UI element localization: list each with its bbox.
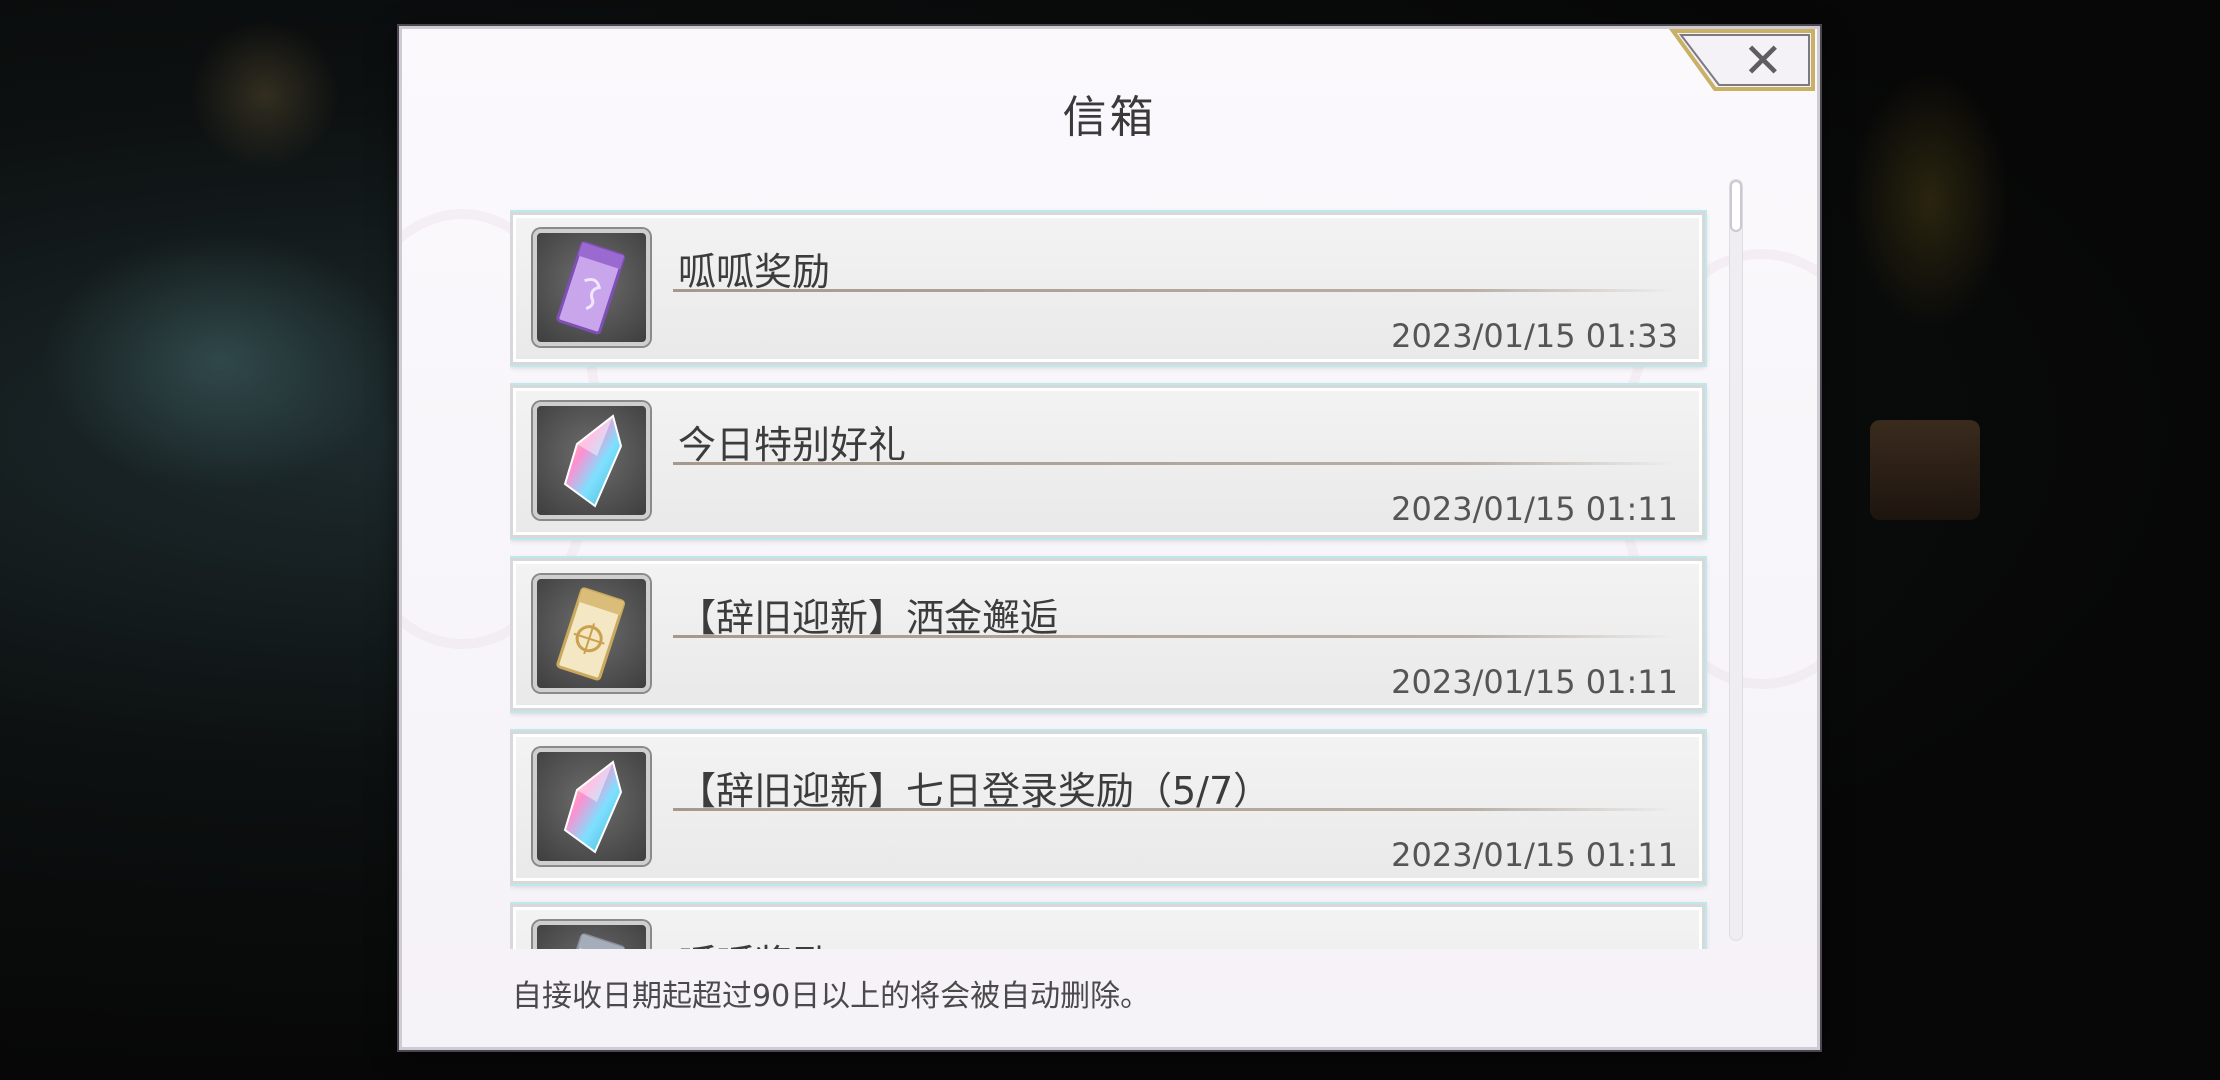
mail-date: 2023/01/15 01:11 [1391, 490, 1678, 528]
mail-item[interactable]: 【辞旧迎新】七日登录奖励（5/7） 2023/01/15 01:11 [510, 731, 1705, 884]
background-glow [40, 230, 400, 490]
mail-divider [673, 462, 1673, 465]
item-icon-frame [533, 575, 650, 692]
mail-divider [673, 808, 1673, 811]
mail-item[interactable]: 呱呱奖励 [510, 904, 1705, 949]
background-lamp [190, 20, 340, 170]
item-icon-frame [533, 748, 650, 865]
mail-date: 2023/01/15 01:33 [1391, 317, 1678, 355]
mail-list-scrollbar[interactable] [1729, 179, 1743, 941]
rainbow-crystal-icon [563, 760, 623, 854]
item-icon-frame [533, 921, 650, 949]
mail-title: 【辞旧迎新】洒金邂逅 [678, 596, 1059, 640]
auto-delete-notice: 自接收日期起超过90日以上的将会被自动删除。 [512, 979, 1151, 1014]
mailbox-dialog: 信箱 ✕ 呱呱奖励 2023/01/15 01:33 今日特别好礼 2023/0… [399, 26, 1820, 1050]
scrollbar-thumb[interactable] [1730, 180, 1742, 232]
ticket-gold-icon [556, 587, 626, 681]
mail-item[interactable]: 今日特别好礼 2023/01/15 01:11 [510, 385, 1705, 538]
close-button[interactable]: ✕ [1667, 29, 1817, 95]
mail-title: 呱呱奖励 [678, 250, 831, 294]
close-icon: ✕ [1742, 33, 1783, 89]
ticket-silver-icon [556, 933, 626, 949]
mail-divider [673, 635, 1673, 638]
dialog-title: 信箱 [1062, 92, 1157, 143]
mail-date: 2023/01/15 01:11 [1391, 663, 1678, 701]
background-fruit-tree [1850, 70, 2010, 330]
mail-item[interactable]: 呱呱奖励 2023/01/15 01:33 [510, 212, 1705, 365]
mail-item[interactable]: 【辞旧迎新】洒金邂逅 2023/01/15 01:11 [510, 558, 1705, 711]
item-icon-frame [533, 402, 650, 519]
mail-title: 【辞旧迎新】七日登录奖励（5/7） [678, 769, 1272, 813]
item-icon-frame [533, 229, 650, 346]
mail-title: 今日特别好礼 [678, 423, 907, 467]
background-barrel [1870, 420, 1980, 520]
mail-divider [673, 289, 1673, 292]
rainbow-crystal-icon [563, 414, 623, 508]
mail-title: 呱呱奖励 [678, 933, 830, 949]
mail-list[interactable]: 呱呱奖励 2023/01/15 01:33 今日特别好礼 2023/01/15 … [510, 184, 1710, 949]
ticket-purple-icon [556, 241, 626, 335]
mail-date: 2023/01/15 01:11 [1391, 836, 1678, 874]
